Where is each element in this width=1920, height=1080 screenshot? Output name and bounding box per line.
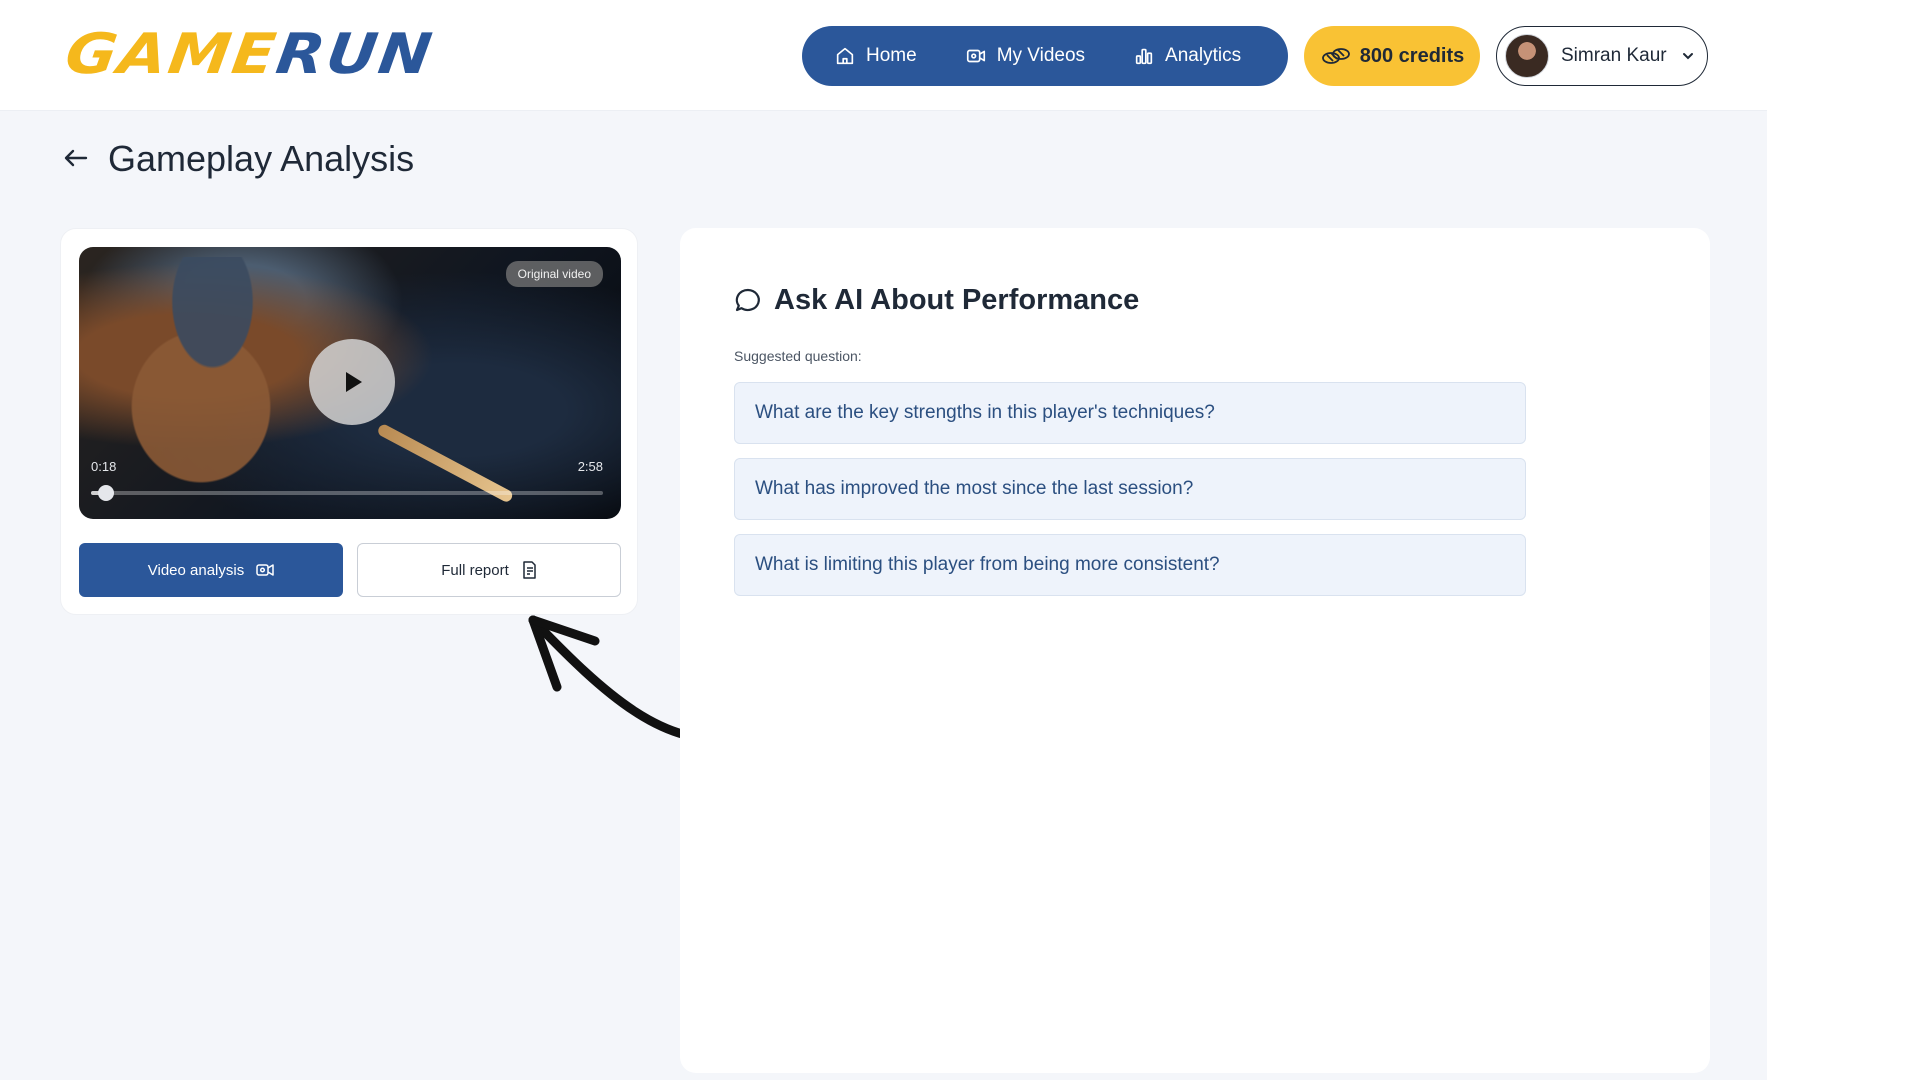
current-time: 0:18: [91, 459, 117, 474]
full-report-button[interactable]: Full report: [357, 543, 621, 597]
bar-chart-icon: [1135, 48, 1153, 65]
app-background: GAMERUN Home My Videos Analytics 800 cre…: [0, 0, 1767, 1080]
video-analysis-button[interactable]: Video analysis: [79, 543, 343, 597]
nav-label-my-videos: My Videos: [996, 45, 1086, 66]
suggested-question-label: Suggested question:: [734, 348, 862, 364]
top-header: GAMERUN Home My Videos Analytics 800 cre…: [0, 0, 1767, 111]
nav-item-analytics[interactable]: Analytics: [1133, 45, 1241, 67]
video-player[interactable]: Original video 0:18 2:58: [79, 247, 621, 519]
nav-item-home[interactable]: Home: [834, 45, 917, 67]
video-camera-icon: [256, 564, 274, 576]
logo-part-run: RUN: [272, 20, 438, 87]
suggested-question-3[interactable]: What is limiting this player from being …: [734, 534, 1526, 596]
video-icon: [966, 49, 985, 63]
ai-panel-header: Ask AI About Performance: [734, 284, 1139, 317]
play-button[interactable]: [309, 339, 395, 425]
nav-label-home: Home: [866, 45, 917, 66]
total-time: 2:58: [577, 459, 603, 474]
play-icon: [346, 372, 362, 392]
back-arrow-icon[interactable]: [62, 146, 90, 170]
user-menu[interactable]: Simran Kaur: [1496, 26, 1708, 86]
ai-panel-title: Ask AI About Performance: [774, 284, 1140, 316]
ai-panel: Ask AI About Performance Suggested quest…: [680, 228, 1710, 1073]
suggested-question-1[interactable]: What are the key strengths in this playe…: [734, 382, 1526, 444]
user-name: Simran Kaur: [1561, 45, 1667, 66]
gamerun-logo[interactable]: GAMERUN: [61, 21, 493, 87]
coins-icon: [1321, 48, 1350, 64]
home-icon: [836, 47, 854, 65]
page-title: Gameplay Analysis: [108, 138, 415, 179]
avatar: [1505, 34, 1549, 78]
nav-label-analytics: Analytics: [1165, 45, 1242, 66]
chevron-down-icon: [1682, 53, 1693, 60]
video-scrubber[interactable]: [91, 485, 603, 501]
video-analysis-label: Video analysis: [147, 561, 245, 579]
nav-item-my-videos[interactable]: My Videos: [965, 45, 1085, 67]
video-thumbnail-figure: [109, 257, 339, 507]
credits-label: 800 credits: [1359, 44, 1465, 67]
suggested-question-2[interactable]: What has improved the most since the las…: [734, 458, 1526, 520]
original-video-badge: Original video: [505, 261, 603, 287]
main-nav: Home My Videos Analytics: [802, 26, 1288, 86]
chat-bubble-icon: [735, 288, 760, 311]
full-report-label: Full report: [441, 561, 509, 579]
video-card: Original video 0:18 2:58 Video analysis …: [60, 228, 638, 615]
report-icon: [523, 561, 536, 579]
logo-part-game: GAME: [61, 20, 282, 87]
credits-badge[interactable]: 800 credits: [1304, 26, 1480, 86]
